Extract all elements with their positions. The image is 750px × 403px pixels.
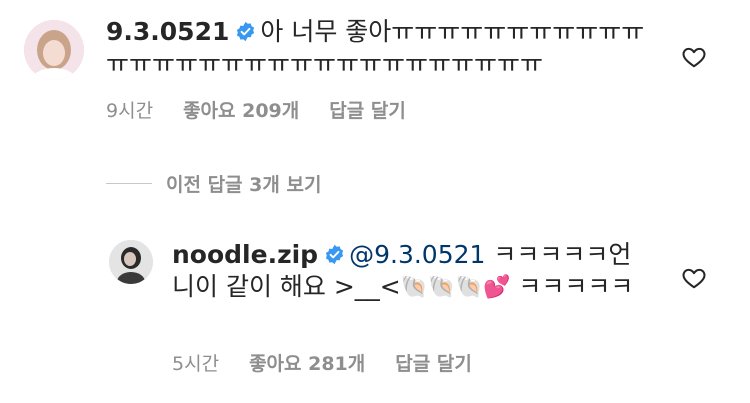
comment-likes-button[interactable]: 좋아요 209개 — [183, 100, 299, 122]
comment-time: 9시간 — [106, 100, 154, 122]
shell-emoji: 🐚 — [455, 275, 483, 300]
shell-emoji: 🐚 — [428, 275, 456, 300]
replies-divider-line — [106, 183, 152, 184]
commenter-avatar[interactable] — [24, 20, 84, 80]
verified-badge-icon — [235, 18, 256, 42]
reply-mention-link[interactable]: @9.3.0521 — [349, 240, 485, 269]
comment-reply-button[interactable]: 답글 달기 — [329, 100, 406, 122]
comment-body: 9.3.0521 아 너무 좋아ㅠㅠㅠㅠㅠㅠㅠㅠㅠㅠㅠㅠㅠㅠㅠㅠㅠㅠㅠㅠㅠㅠㅠㅠㅠ… — [106, 16, 646, 80]
comment-meta: 9시간 좋아요 209개 답글 달기 — [106, 96, 436, 123]
shell-emoji: 🐚 — [400, 275, 429, 300]
reply-time: 5시간 — [172, 353, 220, 375]
verified-badge-icon — [324, 241, 345, 265]
hearts-emoji: 💕 — [482, 275, 511, 300]
heart-outline-icon[interactable] — [681, 265, 707, 291]
reply-meta: 5시간 좋아요 281개 답글 달기 — [172, 349, 502, 376]
reply-likes-button[interactable]: 좋아요 281개 — [249, 353, 365, 375]
reply-text-after: ㅋㅋㅋㅋㅋ — [510, 272, 634, 301]
comment-username[interactable]: 9.3.0521 — [106, 17, 229, 46]
reply-body: noodle.zip @9.3.0521 ㅋㅋㅋㅋㅋ언니이 같이 해요 >__<🐚… — [172, 239, 652, 304]
view-previous-replies[interactable]: 이전 답글 3개 보기 — [106, 170, 321, 197]
heart-outline-icon[interactable] — [681, 44, 707, 70]
view-previous-replies-label[interactable]: 이전 답글 3개 보기 — [166, 170, 321, 197]
reply-username[interactable]: noodle.zip — [172, 240, 318, 269]
reply-reply-button[interactable]: 답글 달기 — [395, 353, 472, 375]
reply-avatar[interactable] — [109, 240, 153, 284]
